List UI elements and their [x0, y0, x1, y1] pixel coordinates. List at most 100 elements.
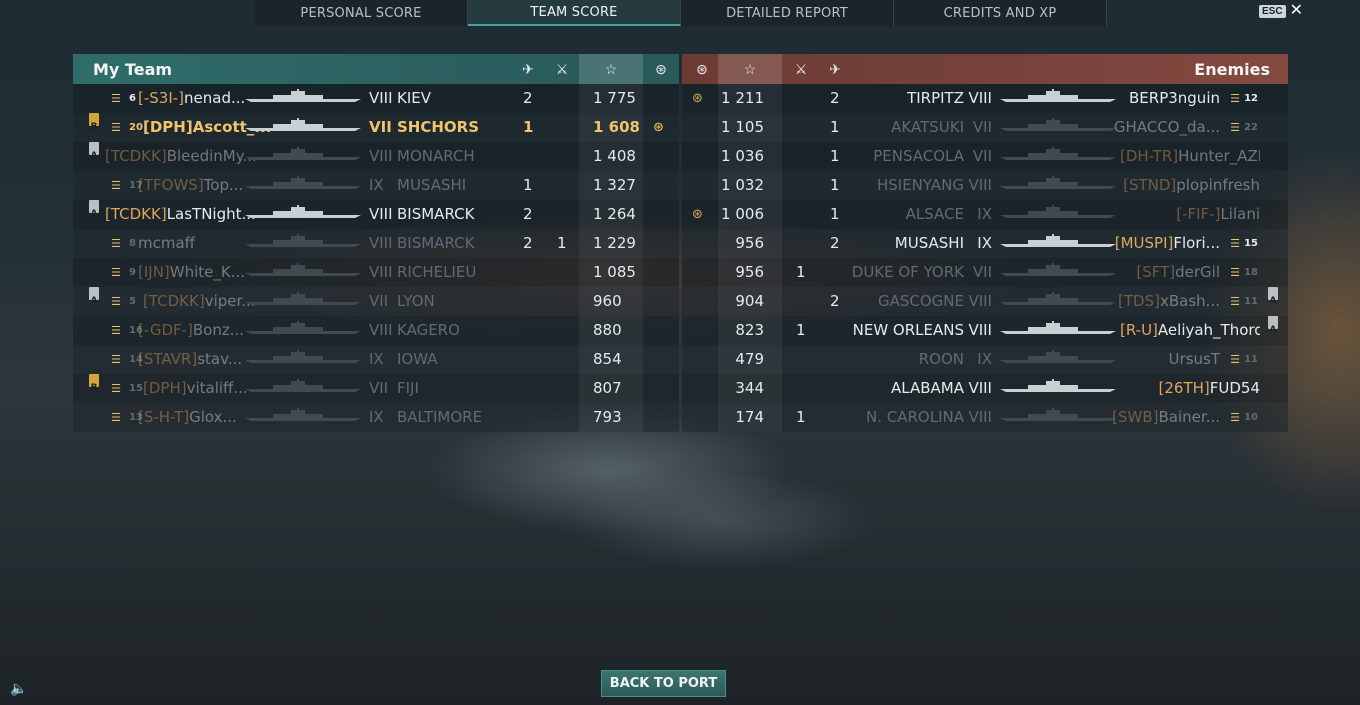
- ship-name: KAGERO: [397, 321, 460, 339]
- player-name: LasTNight...: [166, 205, 255, 223]
- ship-name: NEW ORLEANS: [852, 321, 964, 339]
- table-row[interactable]: 1 032 1 HSIENYANG VIII [STND]plopinfresh: [682, 171, 1288, 200]
- score-value: 823: [735, 321, 764, 339]
- player-name-cell: [-S3I-]nenad...: [138, 84, 245, 113]
- player-name: Glox...: [189, 408, 237, 426]
- table-row[interactable]: ☰ 6 [-S3I-]nenad... VIII KIEV 2 1 775: [73, 84, 679, 113]
- table-row[interactable]: 344 ALABAMA VIII [26TH]FUD54: [682, 374, 1288, 403]
- clan-tag: [DPH]: [143, 379, 187, 397]
- rank-number: 15: [1244, 238, 1258, 249]
- ship-name: HSIENYANG: [876, 176, 964, 194]
- player-name-cell: [SWB]Bainer...: [1112, 403, 1220, 432]
- ship-name: DUKE OF YORK: [851, 263, 964, 281]
- ship-silhouette: [998, 200, 1118, 218]
- table-row[interactable]: ☰ 16 [-GDF-]Bonz... VIII KAGERO 880: [73, 316, 679, 345]
- table-row[interactable]: 1 036 1 PENSACOLA VII [DH-TR]Hunter_AZE: [682, 142, 1288, 171]
- clan-tag: [MUSPI]: [1114, 234, 1174, 252]
- score-column-icon[interactable]: ☆: [579, 54, 643, 84]
- table-row[interactable]: 956 2 MUSASHI IX [MUSPI]Flori... ☰ 15: [682, 229, 1288, 258]
- table-row[interactable]: ☰ 13 [S-H-T]Glox... IX BALTIMORE 793: [73, 403, 679, 432]
- rank-icon: ☰: [1230, 295, 1240, 308]
- rank-icon: ☰: [1230, 411, 1240, 424]
- rank-icon: ☰: [111, 353, 121, 366]
- table-row[interactable]: B ☰ 15 [DPH]vitaliff... VII FIJI 807: [73, 374, 679, 403]
- tab-team-score[interactable]: TEAM SCORE: [468, 0, 681, 26]
- ship-silhouette: [243, 287, 363, 305]
- score-value: 1 211: [721, 89, 764, 107]
- score-value: 880: [593, 321, 622, 339]
- player-name: Lilani: [1220, 205, 1260, 223]
- score-value: 174: [735, 408, 764, 426]
- score-value: 1 264: [593, 205, 636, 223]
- table-row[interactable]: A [TCDKK]LasTNight... VIII BISMARCK 2 1 264: [73, 200, 679, 229]
- ship-tier: VIII: [369, 205, 393, 223]
- score-value: 956: [735, 263, 764, 281]
- score-value: 960: [593, 292, 622, 310]
- ship-silhouette: [243, 374, 363, 392]
- ship-silhouette: [998, 374, 1118, 392]
- table-row[interactable]: A [TCDKK]BleedinMy... VIII MONARCH 1 408: [73, 142, 679, 171]
- table-row[interactable]: ☰ 8 mcmaff VIII BISMARCK 2 1 1 229: [73, 229, 679, 258]
- player-name: FUD54: [1209, 379, 1260, 397]
- table-row[interactable]: 174 1 N. CAROLINA VIII [SWB]Bainer... ☰ 10: [682, 403, 1288, 432]
- ship-silhouette: [243, 229, 363, 247]
- ship-tier: VIII: [968, 292, 992, 310]
- clan-tag: [R-U]: [1120, 321, 1158, 339]
- close-button[interactable]: ESC ✕: [1259, 3, 1303, 19]
- ship-tier: IX: [369, 408, 384, 426]
- division-badge: A: [89, 287, 99, 306]
- tab-detailed-report[interactable]: DETAILED REPORT: [681, 0, 894, 26]
- clan-tag: [STAVR]: [138, 350, 198, 368]
- rank-number: 9: [129, 267, 136, 278]
- table-row[interactable]: ☰ 17 [TFOWS]Top... IX MUSASHI 1 1 327: [73, 171, 679, 200]
- table-row[interactable]: 904 2 GASCOGNE VIII [TDS]xBash... ☰ 11 A: [682, 287, 1288, 316]
- division-badge: A: [89, 200, 99, 219]
- score-column-icon[interactable]: ☆: [718, 54, 782, 84]
- ship-tier: VIII: [369, 321, 393, 339]
- my-team-panel: My Team ✈ ⚔ ☆ ⊛ ☰ 6 [-S3I-]nenad... VIII KIE…: [73, 54, 679, 432]
- my-team-list: ☰ 6 [-S3I-]nenad... VIII KIEV 2 1 775 B ☰ 20 [DPH]…: [73, 84, 679, 432]
- ship-name: SHCHORS: [397, 118, 480, 136]
- table-row[interactable]: A ☰ 5 [TCDKK]viper... VII LYON 960: [73, 287, 679, 316]
- esc-key-label: ESC: [1259, 4, 1286, 18]
- ship-silhouette: [243, 403, 363, 421]
- ship-silhouette: [998, 403, 1118, 421]
- ship-silhouette: [243, 200, 363, 218]
- planes-count: 2: [523, 205, 533, 223]
- tab-personal-score[interactable]: PERSONAL SCORE: [255, 0, 468, 26]
- score-value: 1 608: [593, 118, 640, 136]
- ship-tier: VIII: [968, 379, 992, 397]
- player-name-cell: [STND]plopinfresh: [1123, 171, 1260, 200]
- table-row[interactable]: 1 105 1 AKATSUKI VII GHACCO_da... ☰ 22: [682, 113, 1288, 142]
- table-row[interactable]: 956 1 DUKE OF YORK VII [SFT]derGil ☰ 18: [682, 258, 1288, 287]
- score-value: 1 085: [593, 263, 636, 281]
- player-name-cell: [26TH]FUD54: [1159, 374, 1260, 403]
- player-name: stav...: [197, 350, 243, 368]
- ship-tier: VIII: [369, 89, 393, 107]
- player-name-cell: [MUSPI]Flori...: [1115, 229, 1220, 258]
- ship-tier: VII: [369, 118, 392, 136]
- player-name: nenad...: [184, 89, 246, 107]
- table-row[interactable]: B ☰ 20 [DPH]Ascott_... VII SHCHORS 1 1 608 ⊛: [73, 113, 679, 142]
- table-row[interactable]: ☰ 9 [IJN]White_K... VIII RICHELIEU 1 085: [73, 258, 679, 287]
- back-to-port-button[interactable]: BACK TO PORT: [601, 670, 726, 697]
- ship-name: ROON: [918, 350, 964, 368]
- player-name-cell: [-FIF-]Lilani: [1176, 200, 1260, 229]
- rank-icon: ☰: [111, 411, 121, 424]
- table-row[interactable]: ☰ 14 [STAVR]stav... IX IOWA 854: [73, 345, 679, 374]
- sound-icon[interactable]: 🔈: [10, 680, 27, 697]
- ship-name: MUSASHI: [894, 234, 964, 252]
- tab-credits-and-xp[interactable]: CREDITS AND XP: [894, 0, 1107, 26]
- table-row[interactable]: ⊛ 1 211 2 TIRPITZ VIII BERP3nguin ☰ 12: [682, 84, 1288, 113]
- rank-number: 5: [129, 296, 136, 307]
- table-row[interactable]: ⊛ 1 006 1 ALSACE IX [-FIF-]Lilani: [682, 200, 1288, 229]
- table-row[interactable]: 479 ROON IX UrsusT ☰ 11: [682, 345, 1288, 374]
- ship-silhouette: [998, 171, 1118, 189]
- ship-tier: VIII: [369, 147, 393, 165]
- enemies-list: ⊛ 1 211 2 TIRPITZ VIII BERP3nguin ☰ 12 1 105 1 AKA…: [682, 84, 1288, 432]
- table-row[interactable]: 823 1 NEW ORLEANS VIII [R-U]Aeliyah_Thord A: [682, 316, 1288, 345]
- ship-tier: VII: [972, 147, 992, 165]
- score-value: 854: [593, 350, 622, 368]
- ship-tier: VII: [369, 379, 389, 397]
- score-value: 479: [735, 350, 764, 368]
